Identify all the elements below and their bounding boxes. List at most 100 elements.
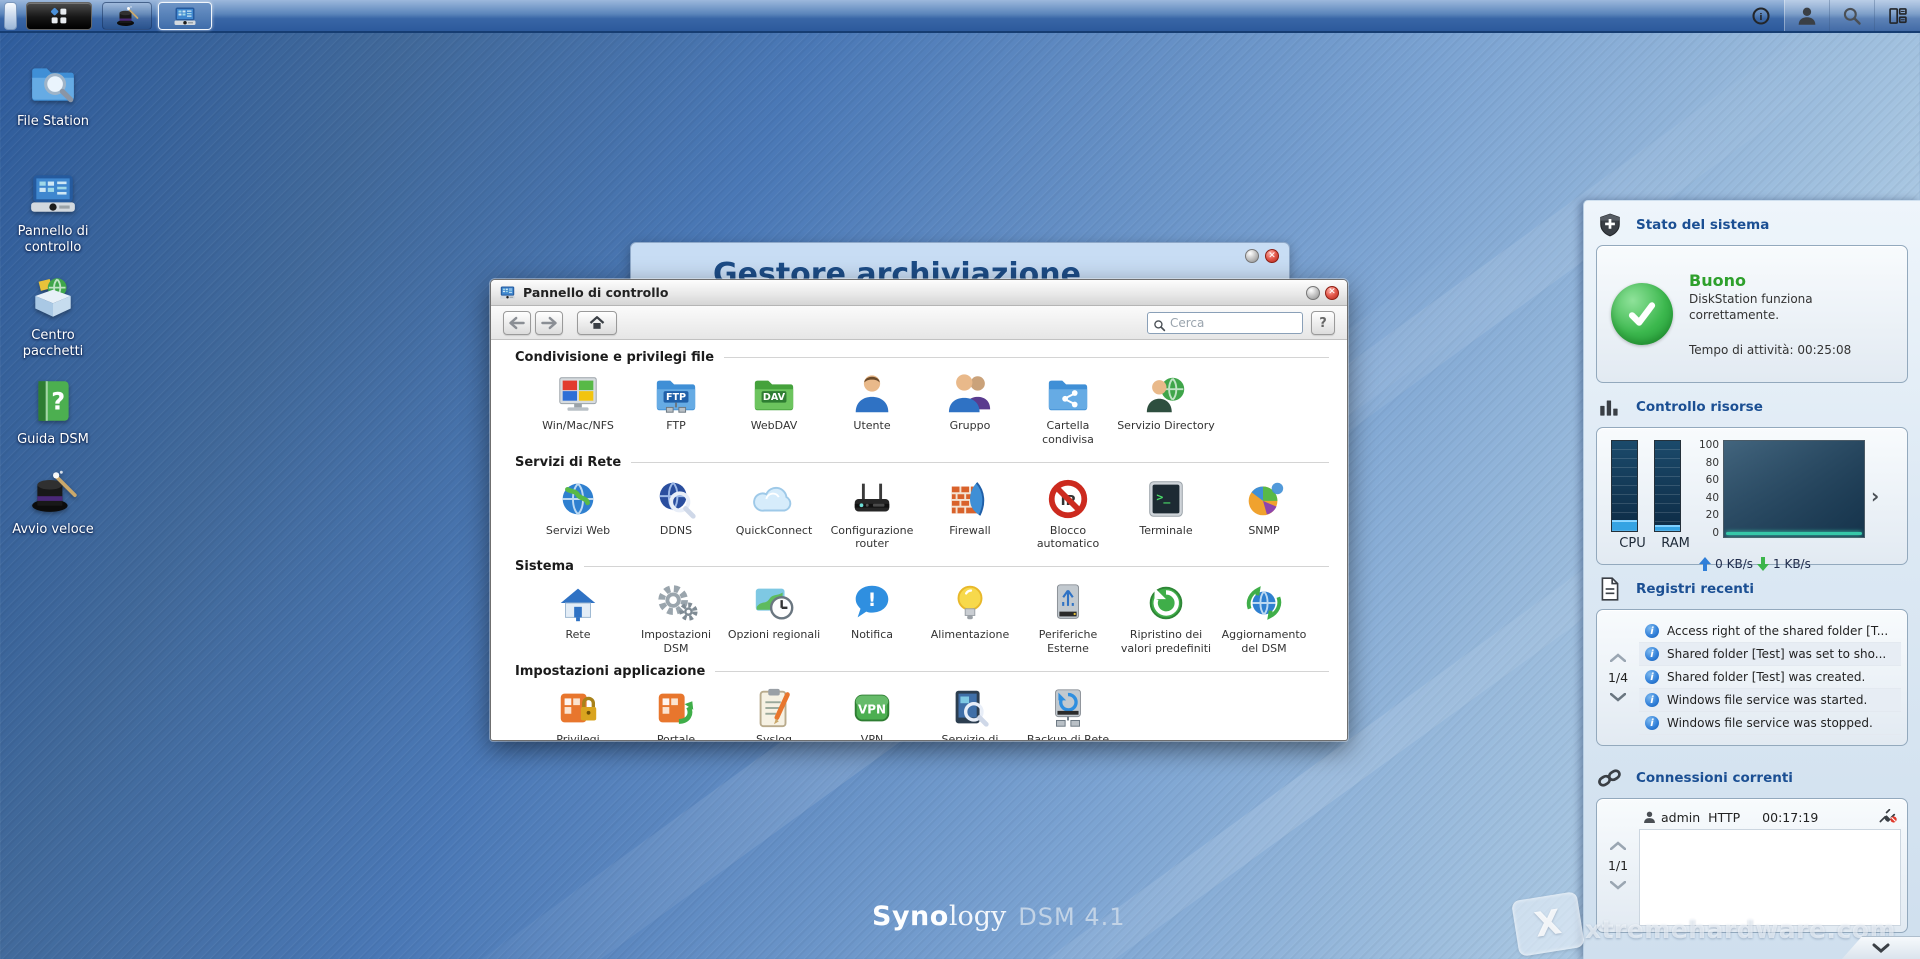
cp-item-label: WebDAV	[751, 419, 798, 433]
log-row[interactable]: iShared folder [Test] was created.	[1639, 666, 1901, 689]
uptime-text: Tempo di attività: 00:25:08	[1689, 343, 1893, 357]
vpn-icon: VPN	[849, 685, 895, 731]
desktop-icon-avvio-veloce[interactable]: Avvio veloce	[0, 466, 106, 538]
pilot-view-button[interactable]	[1875, 0, 1920, 31]
widget-title: Stato del sistema	[1636, 217, 1769, 233]
connection-row[interactable]: admin HTTP 00:17:19	[1639, 805, 1901, 829]
cp-item-servizio-directory[interactable]: Servizio Directory	[1117, 371, 1215, 447]
cp-item-alimentazione[interactable]: Alimentazione	[921, 580, 1019, 656]
cp-item-blocco-automatico[interactable]: IPBlocco automatico	[1019, 476, 1117, 552]
cp-item-servizi-web[interactable]: Servizi Web	[529, 476, 627, 552]
back-button[interactable]	[503, 311, 531, 335]
cp-item-rete[interactable]: Rete	[529, 580, 627, 656]
widget-title: Registri recenti	[1636, 581, 1754, 597]
cp-item-label: Aggiornamento del DSM	[1215, 628, 1313, 656]
forward-button[interactable]	[535, 311, 563, 335]
cp-item-label: Rete	[566, 628, 591, 642]
dsm-logo: SynologyDSM 4.1	[872, 901, 1125, 932]
cp-item-firewall[interactable]: Firewall	[921, 476, 1019, 552]
cp-item-impostazioni-dsm[interactable]: Impostazioni DSM	[627, 580, 725, 656]
cp-item-gruppo[interactable]: Gruppo	[921, 371, 1019, 447]
svg-text:!: !	[868, 590, 876, 611]
widget-header[interactable]: Controllo risorse	[1584, 383, 1920, 427]
cp-item-label: Impostazioni DSM	[627, 628, 725, 656]
tray-group	[1784, 0, 1920, 31]
section-header: Servizi di Rete	[515, 455, 1329, 470]
expand-chevron-icon[interactable]: ›	[1871, 484, 1879, 508]
watermark-logo: X	[1511, 891, 1585, 957]
quick-start-button[interactable]	[102, 2, 152, 30]
desktop-icon-guida-dsm[interactable]: ?Guida DSM	[0, 376, 106, 448]
control-panel-icon	[28, 168, 78, 218]
cp-item-terminale[interactable]: >_Terminale	[1117, 476, 1215, 552]
cp-item-opzioni-regionali[interactable]: Opzioni regionali	[725, 580, 823, 656]
cp-item-vpn[interactable]: VPNVPN	[823, 685, 921, 741]
cp-item-label: Privilegi applicazione	[529, 733, 627, 741]
section-title: Condivisione e privilegi file	[515, 350, 714, 365]
widget-header[interactable]: Registri recenti	[1584, 565, 1920, 609]
cp-item-periferiche-esterne[interactable]: Periferiche Esterne	[1019, 580, 1117, 656]
cp-item-portale-applicazione[interactable]: Portale applicazione	[627, 685, 725, 741]
page-down-button[interactable]	[1610, 881, 1626, 890]
cp-item-label: Gruppo	[950, 419, 991, 433]
log-row[interactable]: iWindows file service was started.	[1639, 689, 1901, 712]
cp-item-backup-di-rete[interactable]: Backup di Rete	[1019, 685, 1117, 741]
cp-item-label: DDNS	[660, 524, 692, 538]
minimize-button[interactable]	[1306, 286, 1320, 300]
section-items-row: Rete Impostazioni DSMOpzioni regionali!No…	[529, 580, 1329, 656]
app-privileges-icon	[555, 685, 601, 731]
log-row[interactable]: iShared folder [Test] was set to sho...	[1639, 643, 1901, 666]
desktop-icon-pannello-di-controllo[interactable]: Pannello di controllo	[0, 168, 106, 255]
cp-item-aggiornamento-del-dsm[interactable]: Aggiornamento del DSM	[1215, 580, 1313, 656]
cp-item-quickconnect[interactable]: QuickConnect	[725, 476, 823, 552]
search-button[interactable]	[1830, 0, 1875, 31]
titlebar[interactable]: Pannello di controllo ✕	[491, 280, 1347, 306]
page-up-button[interactable]	[1610, 653, 1626, 662]
show-desktop-button[interactable]	[4, 2, 17, 30]
widget-header[interactable]: Stato del sistema	[1584, 201, 1920, 245]
minimize-button[interactable]	[1245, 249, 1259, 263]
log-row[interactable]: iAccess right of the shared folder [T...	[1639, 620, 1901, 643]
cp-item-privilegi-applicazione[interactable]: Privilegi applicazione	[529, 685, 627, 741]
taskbar-window-button-control-panel[interactable]	[158, 2, 212, 30]
close-icon[interactable]: ✕	[1265, 249, 1279, 263]
cp-item-servizio-di-indicizzazione-multimediale[interactable]: Servizio di indicizzazione multimediale	[921, 685, 1019, 741]
gear-icon	[653, 580, 699, 626]
cp-item-notifica[interactable]: !Notifica	[823, 580, 921, 656]
cp-item-snmp[interactable]: SNMP	[1215, 476, 1313, 552]
pilot-view-icon	[1888, 6, 1908, 26]
user-button[interactable]	[1785, 0, 1830, 31]
cp-item-ftp[interactable]: FTPFTP	[627, 371, 725, 447]
cp-item-webdav[interactable]: DAVWebDAV	[725, 371, 823, 447]
log-text: Shared folder [Test] was set to sho...	[1667, 647, 1886, 661]
cp-item-syslog[interactable]: Syslog	[725, 685, 823, 741]
cp-item-cartella-condivisa[interactable]: Cartella condivisa	[1019, 371, 1117, 447]
file-station-icon	[28, 58, 78, 108]
help-button[interactable]: ?	[1311, 311, 1335, 335]
desktop-icon-centro-pacchetti[interactable]: Centro pacchetti	[0, 272, 106, 359]
main-menu-button[interactable]	[26, 2, 92, 30]
snmp-icon	[1241, 476, 1287, 522]
svg-text:VPN: VPN	[858, 702, 886, 716]
cp-item-label: Periferiche Esterne	[1019, 628, 1117, 656]
info-icon: i	[1645, 624, 1659, 638]
log-row[interactable]: iWindows file service was stopped.	[1639, 712, 1901, 735]
cp-item-configurazione-router[interactable]: Configurazione router	[823, 476, 921, 552]
cp-item-utente[interactable]: Utente	[823, 371, 921, 447]
quickconnect-icon	[751, 476, 797, 522]
cp-item-ddns[interactable]: DDNS	[627, 476, 725, 552]
home-button[interactable]	[577, 311, 617, 335]
taskbar-tray: i	[1738, 0, 1920, 31]
search-input[interactable]	[1170, 316, 1288, 330]
cp-item-ripristino-dei-valori-predefiniti[interactable]: Ripristino dei valori predefiniti	[1117, 580, 1215, 656]
widget-header[interactable]: Connessioni correnti	[1584, 754, 1920, 798]
cp-item-label: Portale applicazione	[627, 733, 725, 741]
cp-item-win-mac-nfs[interactable]: Win/Mac/NFS	[529, 371, 627, 447]
page-down-button[interactable]	[1610, 693, 1626, 702]
info-button[interactable]: i	[1738, 0, 1784, 31]
disconnect-icon[interactable]	[1879, 809, 1897, 826]
page-up-button[interactable]	[1610, 841, 1626, 850]
y-tick: 100	[1699, 440, 1719, 451]
desktop-icon-file-station[interactable]: File Station	[0, 58, 106, 130]
close-icon[interactable]: ✕	[1325, 286, 1339, 300]
